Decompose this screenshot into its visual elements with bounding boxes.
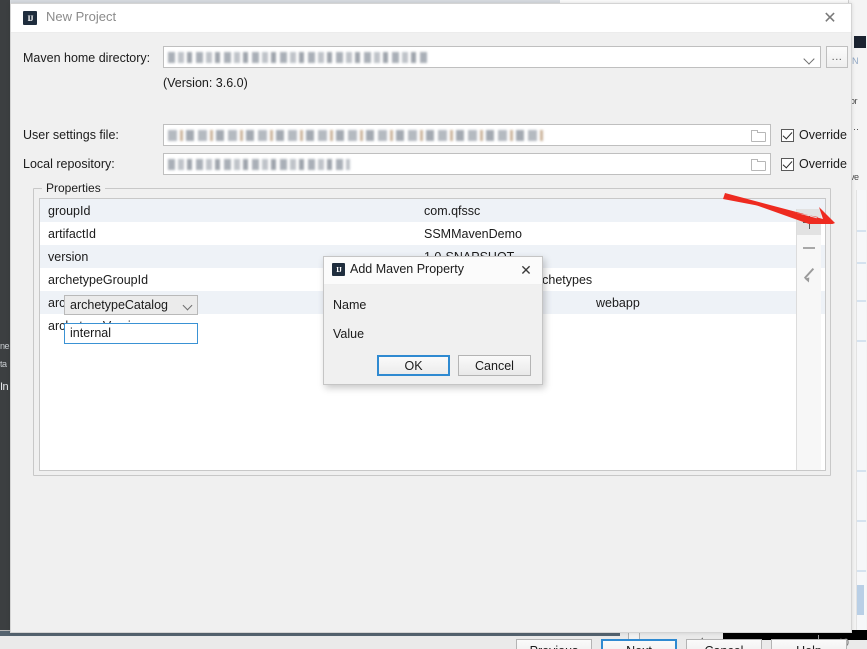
property-key: artifactId (48, 226, 96, 241)
name-label: Name (333, 298, 367, 312)
user-settings-input[interactable] (163, 124, 771, 146)
close-icon[interactable]: ✕ (516, 260, 536, 280)
add-property-button[interactable] (797, 209, 821, 235)
close-icon[interactable]: ✕ (819, 7, 841, 29)
modal-title: Add Maven Property (350, 262, 464, 276)
table-row[interactable]: artifactId SSMMavenDemo (40, 222, 825, 245)
maven-home-label: Maven home directory: (23, 51, 151, 65)
background-left-fragment-2: ta (0, 359, 7, 369)
dialog-titlebar: IJ New Project ✕ (11, 4, 851, 33)
background-right-fragment-4: ve (850, 172, 859, 182)
override-local-repository-label: Override (799, 157, 847, 171)
maven-home-combo[interactable] (163, 46, 821, 68)
remove-property-button[interactable] (797, 235, 821, 261)
user-settings-label: User settings file: (23, 128, 119, 142)
override-user-settings-label: Override (799, 128, 847, 142)
maven-home-browse-button[interactable]: ... (826, 46, 848, 68)
folder-icon[interactable] (751, 159, 766, 171)
cancel-button[interactable]: Cancel (686, 639, 762, 649)
background-left-fragment-3: In (0, 382, 9, 393)
background-scrollbar-thumb[interactable] (857, 585, 864, 615)
help-button[interactable]: Help (771, 639, 847, 649)
minus-icon (803, 247, 815, 249)
name-combobox[interactable]: archetypeCatalog (64, 295, 198, 315)
intellij-idea-icon: IJ (332, 263, 345, 276)
name-combobox-value: archetypeCatalog (70, 298, 168, 312)
screen: ne ta In IN or ⋯ ve ▴ 40 IJ New Project … (0, 0, 867, 649)
previous-button-label: Previous (530, 644, 579, 649)
background-left-fragment-1: ne (0, 341, 10, 351)
chevron-down-icon (182, 300, 193, 311)
local-repository-value-redacted (168, 159, 350, 170)
pencil-icon (803, 268, 816, 281)
override-local-repository-checkbox[interactable]: Override (781, 157, 847, 171)
override-user-settings-checkbox[interactable]: Override (781, 128, 847, 142)
plus-icon (802, 215, 816, 229)
value-input[interactable]: internal (64, 323, 198, 344)
local-repository-label: Local repository: (23, 157, 115, 171)
checkbox-box (781, 128, 794, 142)
next-button[interactable]: Next (601, 639, 677, 649)
maven-home-value-redacted (168, 52, 428, 63)
dialog-title: New Project (46, 9, 117, 24)
ok-button[interactable]: OK (377, 355, 450, 376)
checkbox-box (781, 157, 794, 171)
background-scrollbar[interactable] (856, 190, 866, 630)
folder-icon[interactable] (751, 130, 766, 142)
next-button-label: Next (626, 644, 652, 649)
property-key: groupId (48, 203, 91, 218)
edit-property-button[interactable] (797, 261, 821, 287)
table-row[interactable]: groupId com.qfssc (40, 199, 825, 222)
properties-toolbar (796, 209, 821, 470)
properties-group-title: Properties (42, 181, 105, 195)
local-repository-input[interactable] (163, 153, 771, 175)
previous-button[interactable]: Previous (516, 639, 592, 649)
value-input-text: internal (70, 326, 111, 340)
property-value: com.qfssc (424, 203, 481, 218)
background-right-fragment-2: or (850, 96, 858, 106)
modal-titlebar: IJ Add Maven Property ✕ (324, 257, 542, 285)
modal-cancel-button[interactable]: Cancel (458, 355, 531, 376)
background-right-fragment-1: IN (850, 56, 859, 66)
background-left-panel (0, 0, 10, 631)
background-right-icon (854, 36, 866, 48)
value-label: Value (333, 327, 365, 341)
property-value: SSMMavenDemo (424, 226, 522, 241)
maven-version-note: (Version: 3.6.0) (163, 76, 248, 90)
chevron-down-icon (803, 53, 815, 65)
background-right-fragment-3: ⋯ (850, 124, 859, 134)
user-settings-value-redacted (168, 130, 543, 141)
intellij-idea-icon: IJ (23, 11, 37, 25)
